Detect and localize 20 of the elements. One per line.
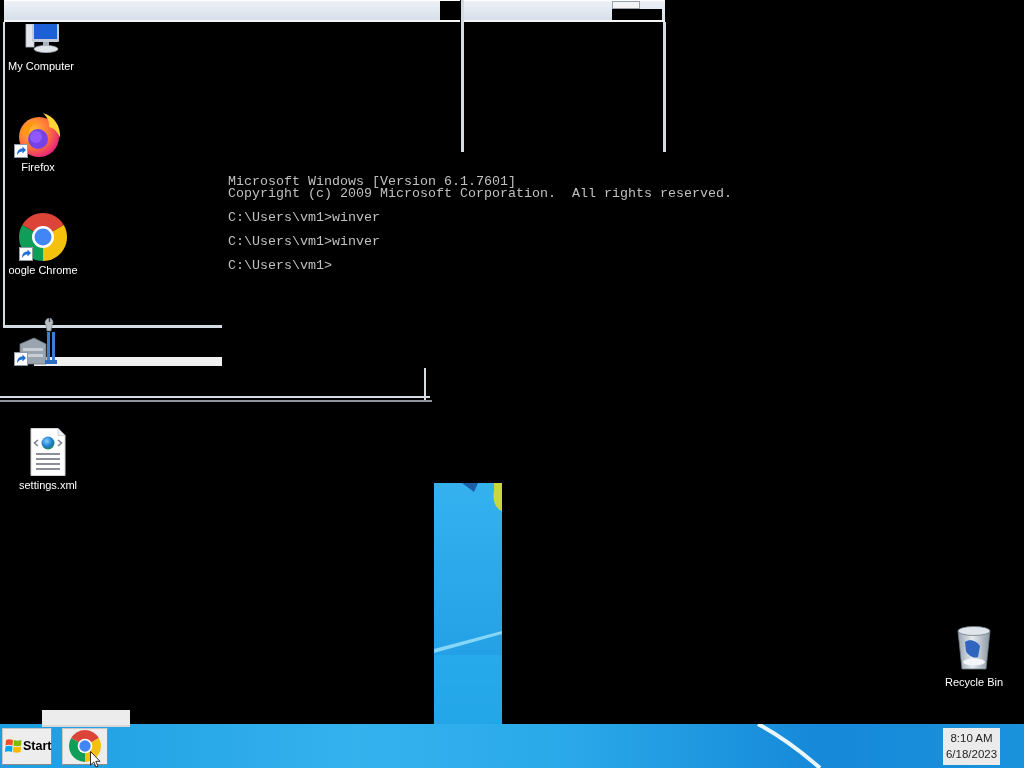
icon-label[interactable]: oogle Chrome: [8, 263, 78, 277]
icon-label[interactable]: My Computer: [8, 59, 74, 73]
clock-date: 6/18/2023: [945, 747, 998, 762]
firefox-icon[interactable]: [14, 110, 62, 158]
clock-time: 8:10 AM: [950, 731, 993, 746]
icon-label[interactable]: settings.xml: [18, 478, 78, 492]
windows-logo-icon[interactable]: [5, 738, 22, 754]
cursor-icon: [90, 751, 102, 768]
chrome-icon[interactable]: [69, 730, 101, 762]
icon-label[interactable]: Recycle Bin: [944, 675, 1004, 689]
console-text: C:\Users\vm1>winver: [228, 236, 381, 248]
taskbar-button[interactable]: [62, 727, 108, 765]
icon-label[interactable]: Firefox: [21, 160, 55, 174]
console-text: C:\Users\vm1>winver: [228, 212, 381, 224]
start-button[interactable]: Start: [2, 727, 52, 765]
chrome-icon[interactable]: [19, 213, 67, 261]
console-text: C:\Users\vm1>: [228, 260, 333, 272]
clock[interactable]: 8:10 AM 6/18/2023: [943, 727, 1000, 765]
console-text: Microsoft Windows [Version 6.1.7601]: [228, 176, 516, 188]
console-text: Copyright (c) 2009 Microsoft Corporation. All rights reserved.: [228, 188, 732, 200]
